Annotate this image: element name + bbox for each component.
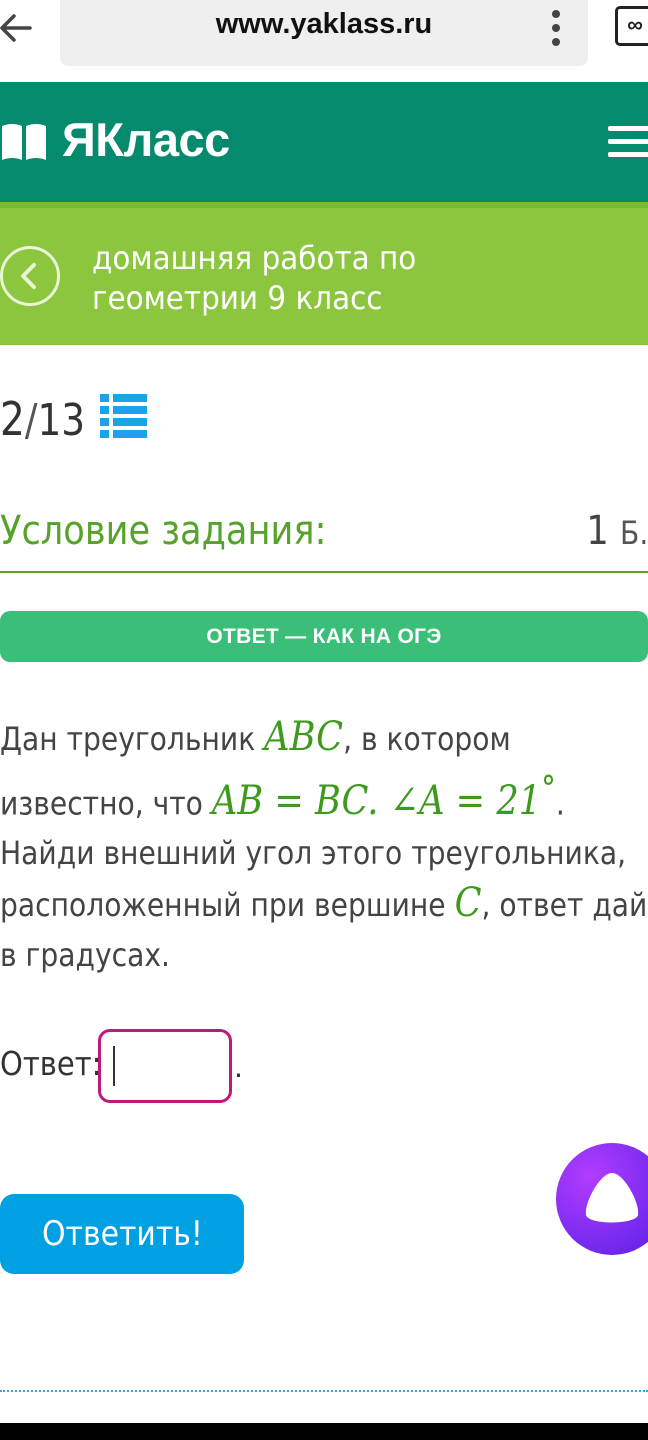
tabs-switcher-icon[interactable]: ∞ [615,6,648,46]
site-header: ЯКласс [0,82,648,202]
task-list-icon[interactable] [100,394,148,438]
answer-label: Ответ: [0,1044,102,1083]
task-line: известно, что AB = BC. ∠A = 21°. [0,764,570,828]
math-expression: AB = BC. ∠A = 21 [211,778,542,825]
points-value: 1 [586,508,609,554]
task-text: известно, что [0,784,212,823]
text-caret [113,1046,115,1086]
answer-suffix: . [234,1048,243,1084]
task-statement: Дан треугольник ABC, в котором известно,… [0,712,648,980]
alice-assistant-icon[interactable] [556,1143,648,1255]
math-vertex-c: C [454,880,482,927]
task-progress: 2/13 [0,392,85,446]
condition-title: Условие задания: [0,508,327,554]
math-triangle-abc: ABC [264,714,344,760]
task-text: расположенный при вершине [0,886,455,925]
progress-total: 13 [37,395,86,446]
section-subheader: домашняя работа по геометрии 9 класс [0,202,648,345]
submit-label: Ответить! [41,1214,203,1254]
task-text: . [555,784,565,823]
task-line: Найди внешний угол этого треугольника, [0,834,627,873]
footer-divider [0,1390,648,1392]
math-condition: AB = BC. ∠A = 21° [211,769,556,825]
task-text: , в котором [343,720,511,758]
points-unit: Б. [619,514,648,552]
task-text: , ответ дай [481,886,648,925]
address-bar[interactable]: www.yaklass.ru [60,0,588,66]
task-line: Дан треугольник ABC, в котором [0,712,570,764]
task-line: расположенный при вершине C, ответ дай [0,878,647,930]
logo-book-icon [0,120,50,166]
oge-answer-banner: ОТВЕТ — КАК НА ОГЭ [0,611,648,662]
progress-separator: / [24,395,38,446]
answer-input[interactable] [98,1029,232,1103]
hamburger-menu-icon[interactable] [608,126,648,162]
condition-divider [0,571,648,573]
system-nav-bar [0,1423,648,1440]
task-line: в градусах. [0,936,170,975]
submit-answer-button[interactable]: Ответить! [0,1194,244,1274]
back-circle-icon[interactable] [0,246,60,306]
more-options-icon[interactable] [546,8,566,48]
task-text: Дан треугольник [0,720,265,758]
degree-sign: ° [541,769,556,808]
homework-title[interactable]: домашняя работа по геометрии 9 класс [92,238,589,318]
site-logo[interactable]: ЯКласс [62,112,230,167]
browser-back-icon[interactable] [0,6,40,50]
progress-current: 2 [0,392,25,446]
browser-toolbar: www.yaklass.ru ∞ [0,0,648,82]
points-label: 1 Б. [586,508,648,554]
url-text: www.yaklass.ru [215,8,433,40]
